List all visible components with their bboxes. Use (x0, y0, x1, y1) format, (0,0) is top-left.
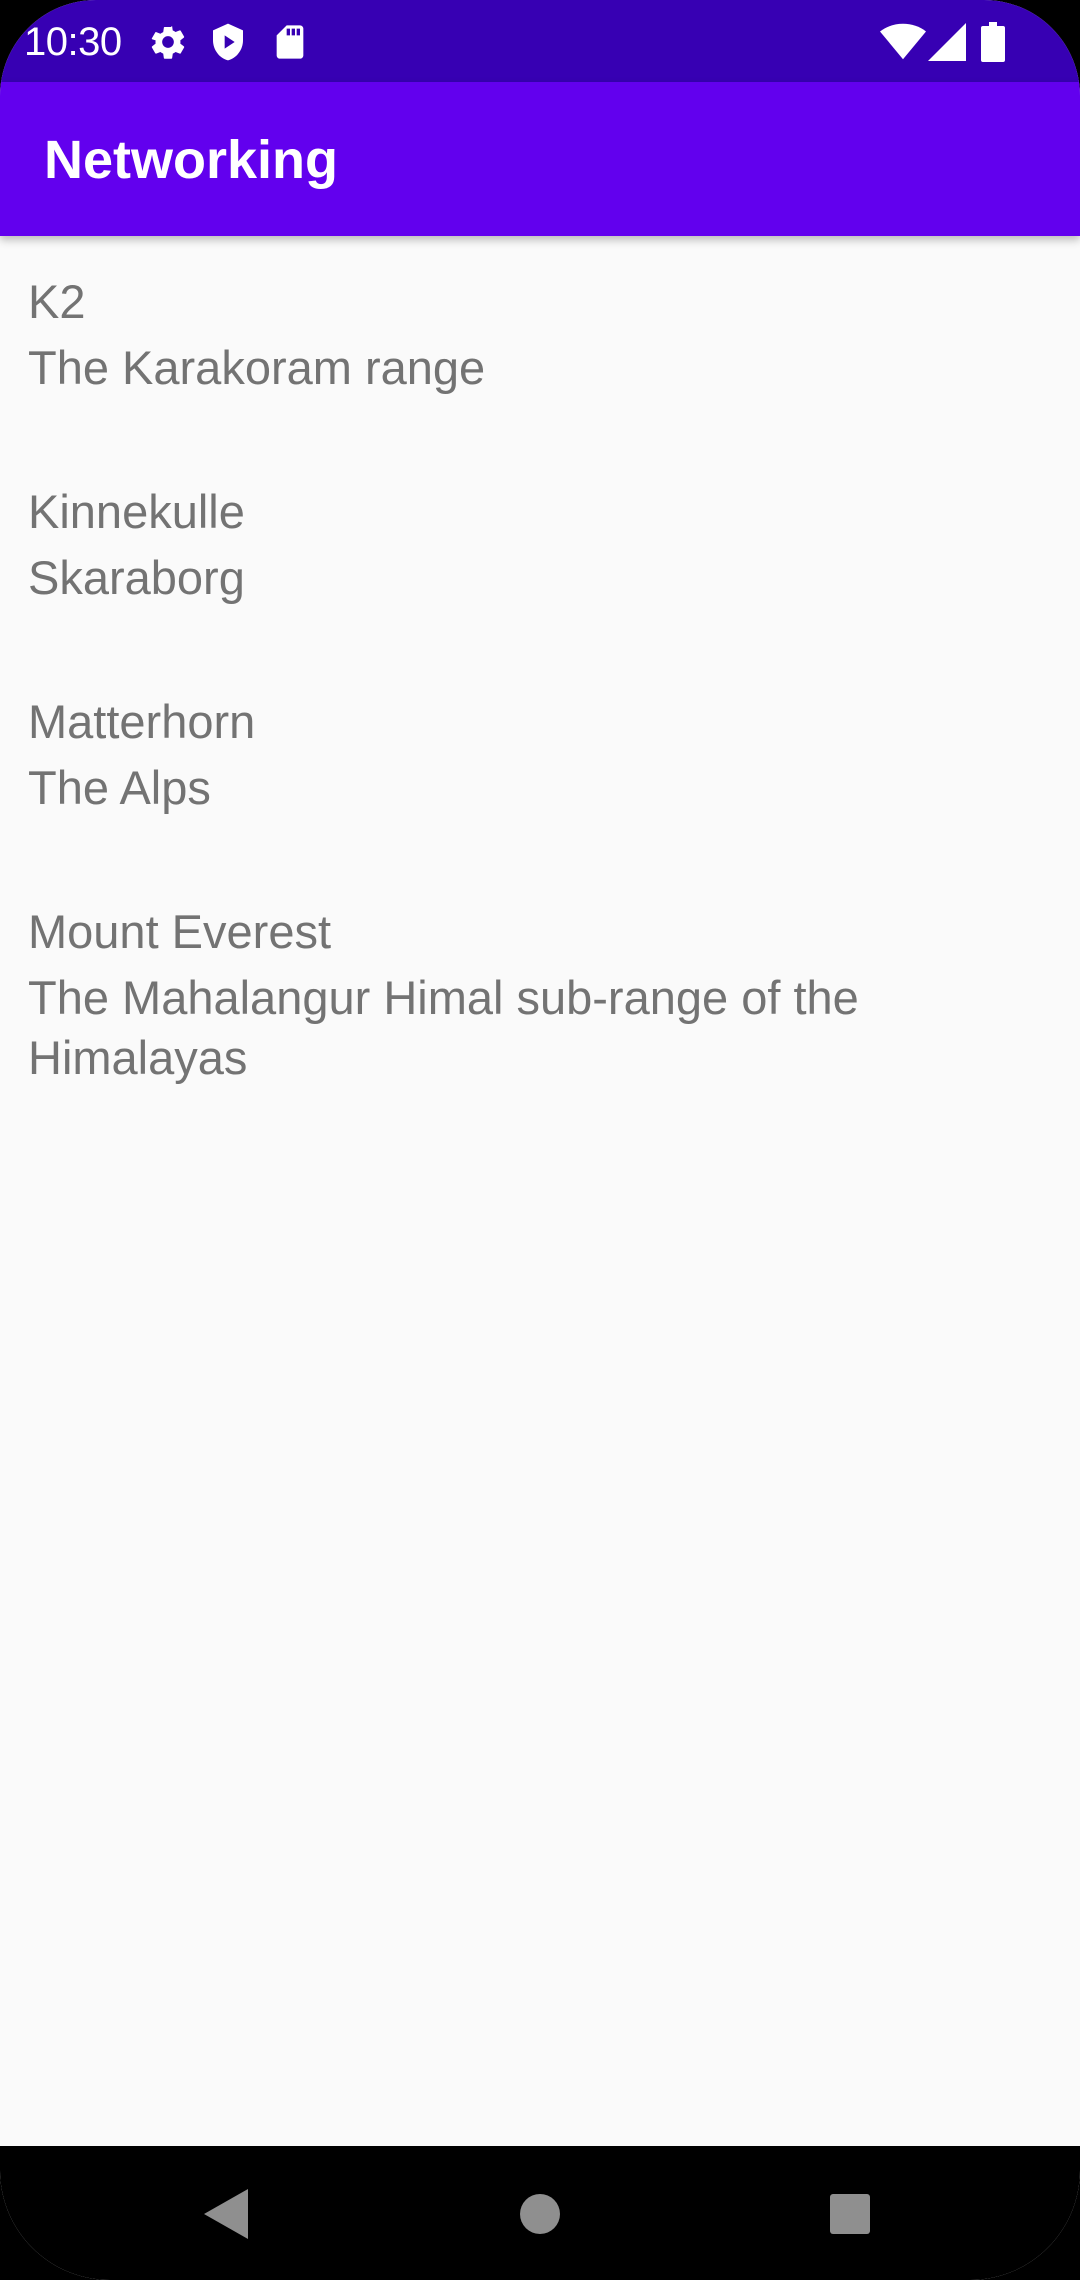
cell-signal-icon (928, 22, 966, 62)
mountain-list-container[interactable]: K2 The Karakoram range Kinnekulle Skarab… (0, 236, 1080, 2146)
gear-icon (148, 22, 188, 62)
mountain-location: Skaraborg (28, 551, 245, 604)
status-time: 10:30 (24, 20, 122, 64)
battery-icon (980, 22, 1006, 62)
recents-icon[interactable] (818, 2182, 882, 2246)
mountain-location: The Mahalangur Himal sub-range of the Hi… (28, 971, 859, 1084)
list-item[interactable]: Mount Everest The Mahalangur Himal sub-r… (0, 866, 1080, 1136)
mountain-location: The Karakoram range (28, 341, 486, 394)
mountain-location: The Alps (28, 761, 211, 814)
mountain-list: K2 The Karakoram range Kinnekulle Skarab… (0, 236, 1080, 1136)
navigation-bar (0, 2146, 1080, 2280)
list-item[interactable]: Matterhorn The Alps (0, 656, 1080, 866)
mountain-name: K2 (28, 275, 86, 328)
sd-card-icon (270, 22, 310, 62)
phone-screen: 10:30 Networking K2 The Karakoram range (0, 0, 1080, 2280)
mountain-name: Mount Everest (28, 905, 332, 958)
app-bar: Networking (0, 82, 1080, 236)
shield-play-icon (208, 22, 248, 62)
app-title: Networking (44, 130, 339, 190)
mountain-name: Kinnekulle (28, 485, 245, 538)
mountain-name: Matterhorn (28, 695, 256, 748)
wifi-icon (880, 22, 926, 62)
status-bar: 10:30 (0, 0, 1080, 82)
list-item[interactable]: K2 The Karakoram range (0, 236, 1080, 446)
back-icon[interactable] (194, 2182, 258, 2246)
home-icon[interactable] (508, 2182, 572, 2246)
list-item[interactable]: Kinnekulle Skaraborg (0, 446, 1080, 656)
